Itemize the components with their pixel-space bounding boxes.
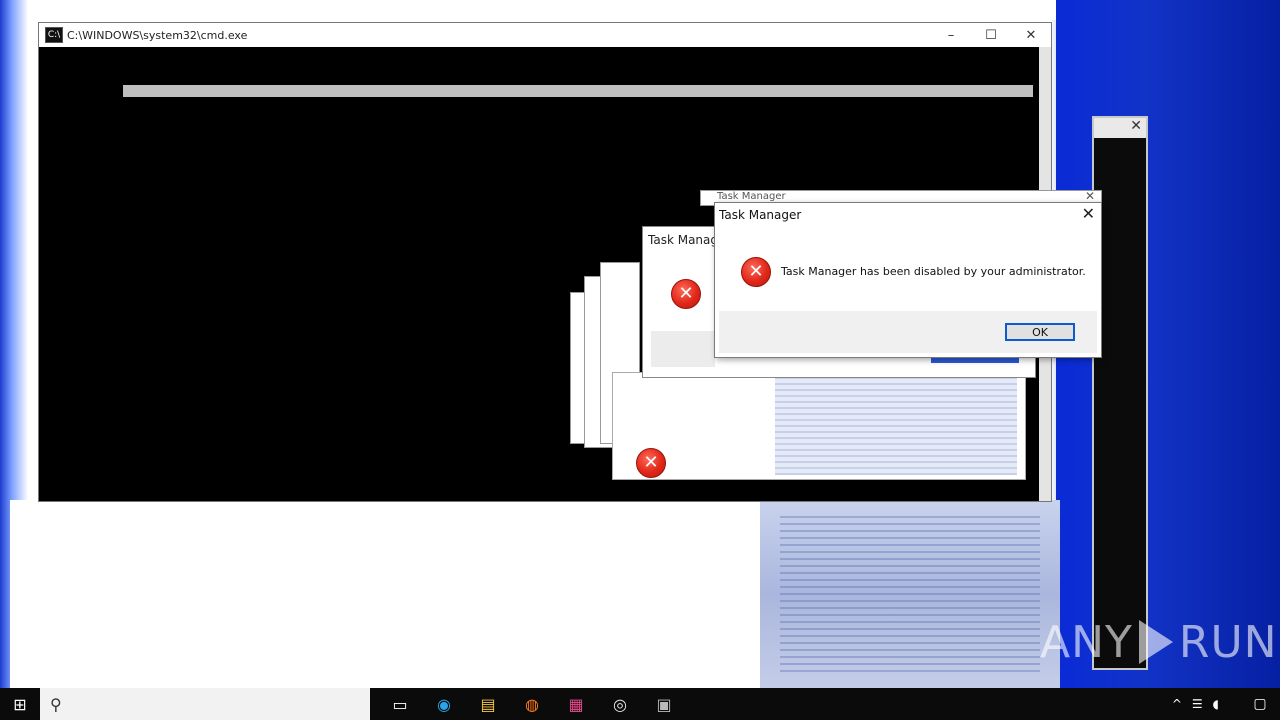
search-icon: ⚲ (50, 694, 62, 714)
top-band (40, 0, 1060, 20)
ghost-dialog-lower (612, 372, 1026, 480)
watermark-right: RUN (1178, 616, 1278, 668)
chevron-up-icon[interactable]: ^ (1172, 697, 1182, 711)
desktop-lower-area (10, 500, 770, 688)
ok-button[interactable]: OK (1005, 323, 1075, 341)
system-tray: ^ ☰ ◖ ▢ (1167, 688, 1280, 720)
console-output-line (123, 85, 1033, 97)
firefox-icon[interactable]: ◍ (510, 688, 554, 720)
task-view-icon[interactable]: ▭ (378, 688, 422, 720)
close-icon[interactable]: ✕ (1130, 118, 1142, 134)
error-icon: ✕ (636, 448, 666, 478)
speaker-icon[interactable]: ◖ (1213, 697, 1219, 711)
notification-icon[interactable]: ▢ (1245, 696, 1275, 712)
anyrun-watermark: ANY RUN (1040, 612, 1278, 672)
ghost-panel (775, 377, 1017, 475)
ghost-dialog-back-title: Task Manager (717, 191, 786, 202)
background-window-titlebar: ✕ (1094, 118, 1146, 138)
minimize-icon[interactable]: – (931, 23, 971, 47)
ghost-window-trail (760, 500, 1060, 688)
search-box[interactable]: ⚲ (40, 688, 370, 720)
dialog-title: Task Manager (719, 208, 802, 222)
console-title: C:\WINDOWS\system32\cmd.exe (67, 28, 248, 42)
console-titlebar[interactable]: C:\ C:\WINDOWS\system32\cmd.exe – ☐ ✕ (39, 23, 1051, 47)
close-icon[interactable]: ✕ (1082, 204, 1095, 223)
ghost-dialog-footer (651, 331, 715, 367)
windows-icon: ⊞ (13, 694, 27, 714)
chrome-icon[interactable]: ◎ (598, 688, 642, 720)
store-icon[interactable]: ▦ (554, 688, 598, 720)
dialog-message: Task Manager has been disabled by your a… (781, 265, 1086, 278)
taskbar-apps: ▭ ◉ ▤ ◍ ▦ ◎ ▣ (378, 688, 686, 720)
close-icon[interactable]: ✕ (1011, 23, 1051, 47)
task-manager-dialog[interactable]: Task Manager ✕ ✕ Task Manager has been d… (714, 202, 1102, 358)
error-icon: ✕ (671, 279, 701, 309)
file-explorer-icon[interactable]: ▤ (466, 688, 510, 720)
dialog-footer: OK (719, 311, 1097, 353)
network-icon[interactable]: ☰ (1192, 697, 1203, 711)
start-button[interactable]: ⊞ (0, 688, 40, 720)
close-icon[interactable]: ✕ (1085, 189, 1095, 203)
maximize-icon[interactable]: ☐ (971, 23, 1011, 47)
error-icon: ✕ (741, 257, 771, 287)
taskbar: ⊞ ⚲ ▭ ◉ ▤ ◍ ▦ ◎ ▣ ^ ☰ ◖ ▢ (0, 688, 1280, 720)
play-icon (1138, 620, 1173, 664)
edge-icon[interactable]: ◉ (422, 688, 466, 720)
ghost-window-lines (780, 512, 1040, 672)
watermark-left: ANY (1040, 616, 1133, 668)
app-icon[interactable]: ▣ (642, 688, 686, 720)
window-controls: – ☐ ✕ (931, 23, 1051, 47)
console-icon: C:\ (45, 27, 63, 43)
